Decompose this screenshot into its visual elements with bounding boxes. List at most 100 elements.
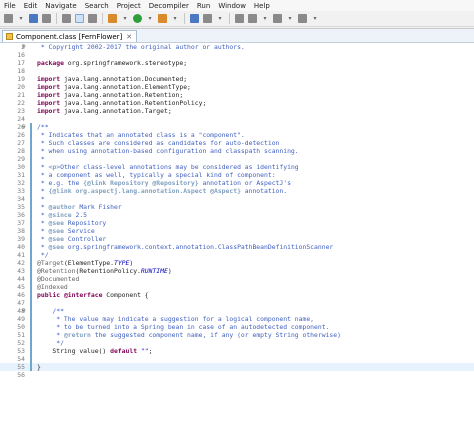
line-text: */ (37, 251, 49, 259)
code-line[interactable]: 29 * (0, 155, 474, 163)
code-line[interactable]: 16 (0, 51, 474, 59)
chevron-down-icon[interactable]: ▾ (171, 14, 179, 23)
search-icon[interactable] (203, 14, 212, 23)
line-number: 33 (17, 187, 25, 195)
fold-collapse-icon[interactable]: ⊖ (22, 123, 26, 130)
line-number: 20 (17, 83, 25, 91)
chevron-down-icon[interactable]: ▾ (17, 14, 25, 23)
code-line[interactable]: 50 * to be turned into a Spring bean in … (0, 323, 474, 331)
code-line[interactable]: 30 * <p>Other class-level annotations ma… (0, 163, 474, 171)
navigate-icon[interactable] (248, 14, 257, 23)
menu-project[interactable]: Project (113, 2, 145, 10)
menu-window[interactable]: Window (214, 2, 250, 10)
code-line[interactable]: 33 * {@link org.aspectj.lang.annotation.… (0, 187, 474, 195)
code-line[interactable]: 46 public @interface Component { (0, 291, 474, 299)
line-number: 45 (17, 283, 25, 291)
menu-run[interactable]: Run (193, 2, 214, 10)
debug-icon[interactable] (108, 14, 117, 23)
open-type-icon[interactable] (190, 14, 199, 23)
code-area[interactable]: 2 * Copyright 2002-2017 the original aut… (0, 42, 474, 440)
line-number: 53 (17, 347, 25, 355)
code-line[interactable]: 48 /** (0, 307, 474, 315)
new-icon[interactable] (4, 14, 13, 23)
code-line[interactable]: 26 * Indicates that an annotated class i… (0, 131, 474, 139)
menu-edit[interactable]: Edit (20, 2, 42, 10)
line-number: 43 (17, 267, 25, 275)
line-text: * e.g. the {@link Repository @Repository… (37, 179, 291, 187)
code-line[interactable]: 40 * @see org.springframework.context.an… (0, 243, 474, 251)
fold-collapse-icon[interactable]: ⊖ (22, 307, 26, 314)
print-icon[interactable] (42, 14, 51, 23)
code-line[interactable]: 35 * @author Mark Fisher (0, 203, 474, 211)
chevron-down-icon[interactable]: ▾ (261, 14, 269, 23)
code-line[interactable]: 44 @Documented (0, 275, 474, 283)
code-line[interactable]: 18 (0, 67, 474, 75)
line-text: * to be turned into a Spring bean in cas… (37, 323, 330, 331)
code-line[interactable]: 22 import java.lang.annotation.RetentionP… (0, 99, 474, 107)
code-line[interactable]: 53 String value() default ""; (0, 347, 474, 355)
run-icon[interactable] (133, 14, 142, 23)
line-text: */ (37, 339, 64, 347)
annotation-icon[interactable] (235, 14, 244, 23)
block-select-icon[interactable] (88, 14, 97, 23)
code-editor[interactable]: Component.class [FernFlower] ✕ 2 * Copyr… (0, 28, 474, 440)
line-number: 44 (17, 275, 25, 283)
code-line[interactable]: 32 * e.g. the {@link Repository @Reposit… (0, 179, 474, 187)
chevron-down-icon[interactable]: ▾ (216, 14, 224, 23)
line-number: 41 (17, 251, 25, 259)
fold-expand-icon[interactable]: ⊕ (22, 43, 26, 50)
chevron-down-icon[interactable]: ▾ (121, 14, 129, 23)
external-tools-icon[interactable] (158, 14, 167, 23)
save-icon[interactable] (29, 14, 38, 23)
code-line[interactable]: 2 * Copyright 2002-2017 the original aut… (0, 43, 474, 51)
class-file-icon (6, 33, 13, 40)
code-line[interactable]: 54 (0, 355, 474, 363)
code-line[interactable]: 26/** (0, 123, 474, 131)
line-text: @Target(ElementType.TYPE) (37, 259, 134, 267)
code-line[interactable]: 34 * (0, 195, 474, 203)
code-line[interactable]: 39 * @see Controller (0, 235, 474, 243)
code-line[interactable]: 56 (0, 371, 474, 379)
mark-occurrences-icon[interactable] (75, 14, 84, 23)
code-line[interactable]: 42 @Target(ElementType.TYPE) (0, 259, 474, 267)
chevron-down-icon[interactable]: ▾ (311, 14, 319, 23)
code-line[interactable]: 49 * The value may indicate a suggestion… (0, 315, 474, 323)
menu-navigate[interactable]: Navigate (41, 2, 80, 10)
code-line[interactable]: 36 * @since 2.5 (0, 211, 474, 219)
code-line[interactable]: 47 (0, 299, 474, 307)
tab-component-class[interactable]: Component.class [FernFlower] ✕ (2, 30, 138, 42)
code-line[interactable]: 27 * Such classes are considered as cand… (0, 139, 474, 147)
menu-help[interactable]: Help (250, 2, 274, 10)
code-line[interactable]: 23 import java.lang.annotation.Target; (0, 107, 474, 115)
toggle-icon[interactable] (62, 14, 71, 23)
code-line[interactable]: 41 */ (0, 251, 474, 259)
line-text: * @see org.springframework.context.annot… (37, 243, 334, 251)
code-line[interactable]: 52 */ (0, 339, 474, 347)
chevron-down-icon[interactable]: ▾ (146, 14, 154, 23)
code-line[interactable]: 45 @Indexed (0, 283, 474, 291)
code-line[interactable]: 17 package org.springframework.stereotype… (0, 59, 474, 67)
line-number: 46 (17, 291, 25, 299)
code-line[interactable]: 31 * a component as well, typically a sp… (0, 171, 474, 179)
line-number: 23 (17, 107, 25, 115)
forward-icon[interactable] (298, 14, 307, 23)
line-number: 55 (17, 363, 25, 371)
back-icon[interactable] (273, 14, 282, 23)
line-number: 26 (17, 131, 25, 139)
code-line[interactable]: 19 import java.lang.annotation.Documented… (0, 75, 474, 83)
code-line[interactable]: 55} (0, 363, 474, 371)
menu-file[interactable]: File (0, 2, 20, 10)
code-line[interactable]: 51 * @return the suggested component nam… (0, 331, 474, 339)
close-icon[interactable]: ✕ (126, 33, 132, 41)
code-line[interactable]: 38 * @see Service (0, 227, 474, 235)
code-line[interactable]: 24 (0, 115, 474, 123)
menu-decompiler[interactable]: Decompiler (145, 2, 193, 10)
tab-label: Component.class [FernFlower] (16, 32, 123, 41)
chevron-down-icon[interactable]: ▾ (286, 14, 294, 23)
menu-search[interactable]: Search (81, 2, 113, 10)
code-line[interactable]: 21 import java.lang.annotation.Retention; (0, 91, 474, 99)
code-line[interactable]: 37 * @see Repository (0, 219, 474, 227)
code-line[interactable]: 43 @Retention(RetentionPolicy.RUNTIME) (0, 267, 474, 275)
code-line[interactable]: 20 import java.lang.annotation.ElementTyp… (0, 83, 474, 91)
code-line[interactable]: 28 * when using annotation-based configu… (0, 147, 474, 155)
